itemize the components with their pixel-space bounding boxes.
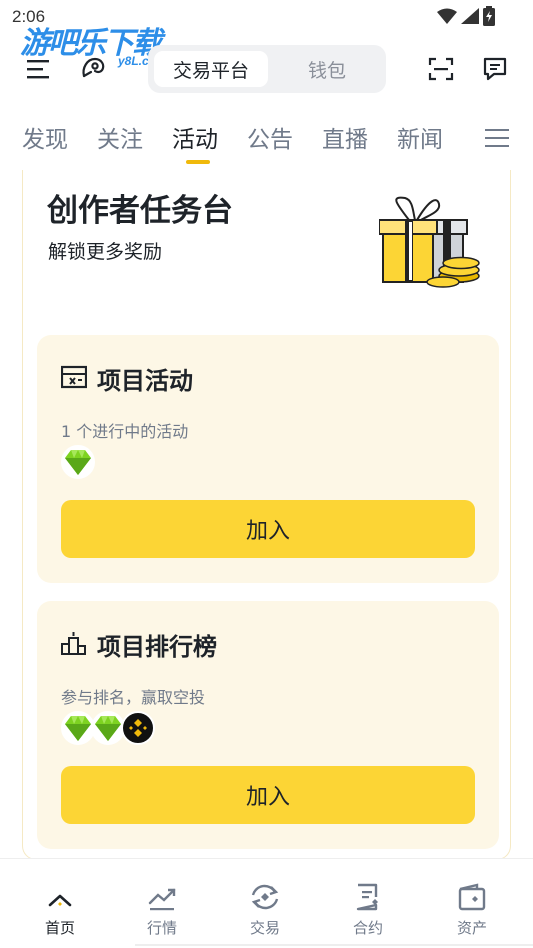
- home-indicator: [135, 944, 533, 946]
- trade-icon: [225, 859, 305, 913]
- battery-icon: [483, 6, 495, 30]
- card-title: 项目排行榜: [97, 633, 217, 661]
- segment-wallet[interactable]: 钱包: [274, 51, 380, 87]
- gem-token-icon: [61, 445, 95, 479]
- markets-icon: [122, 859, 202, 913]
- leaderboard-icon: [61, 631, 87, 659]
- nav-label: 首页: [44, 919, 75, 937]
- menu-icon[interactable]: [24, 56, 54, 82]
- nav-label: 合约: [352, 919, 383, 937]
- project-avatars: [61, 445, 95, 479]
- wifi-icon: [437, 8, 457, 28]
- segment-exchange[interactable]: 交易平台: [154, 51, 268, 87]
- signal-icon: [461, 8, 479, 28]
- tab-following[interactable]: 关注: [97, 120, 143, 154]
- status-icons: [437, 6, 495, 30]
- tab-announcements[interactable]: 公告: [247, 120, 293, 154]
- binance-token-icon: [121, 711, 155, 745]
- bottom-nav: 首页 行情 交易 合约 资产: [0, 858, 533, 948]
- content-tabs: 发现 关注 活动 公告 直播 新闻: [0, 112, 533, 164]
- tab-live[interactable]: 直播: [322, 120, 368, 154]
- scan-icon[interactable]: [426, 55, 456, 83]
- tab-discover[interactable]: 发现: [22, 120, 68, 154]
- active-tab-indicator: [186, 160, 210, 164]
- project-avatars: [61, 711, 155, 745]
- messages-icon[interactable]: [480, 55, 510, 83]
- top-bar: 交易平台 钱包: [0, 44, 533, 94]
- gem-token-icon: [91, 711, 125, 745]
- futures-icon: [328, 859, 408, 913]
- calendar-icon: [60, 365, 88, 393]
- card-description: 参与排名，赢取空投: [61, 688, 206, 707]
- card-description: 1 个进行中的活动: [61, 422, 189, 441]
- support-icon[interactable]: [78, 53, 108, 83]
- nav-assets[interactable]: 资产: [432, 859, 512, 938]
- card-title: 项目活动: [97, 367, 193, 395]
- page-subtitle: 解锁更多奖励: [48, 241, 163, 263]
- tab-news[interactable]: 新闻: [397, 120, 443, 154]
- page-title: 创作者任务台: [47, 193, 233, 229]
- nav-markets[interactable]: 行情: [122, 859, 202, 938]
- project-activity-card: 项目活动 1 个进行中的活动 加入: [37, 335, 499, 583]
- project-ranking-card: 项目排行榜 参与排名，赢取空投 加入: [37, 601, 499, 849]
- home-icon: [20, 859, 100, 913]
- tab-activities[interactable]: 活动: [172, 120, 218, 154]
- more-tabs-icon[interactable]: [484, 126, 510, 150]
- nav-label: 行情: [146, 919, 177, 937]
- nav-label: 资产: [456, 919, 487, 937]
- wallet-icon: [432, 859, 512, 913]
- card-header: 项目活动: [60, 361, 193, 396]
- nav-futures[interactable]: 合约: [328, 859, 408, 938]
- gift-illustration: [378, 192, 483, 296]
- nav-trade[interactable]: 交易: [225, 859, 305, 938]
- join-button[interactable]: 加入: [61, 500, 475, 558]
- creator-task-panel: 创作者任务台 解锁更多奖励 项目活动 1 个进行中的活动 加入 项目排行榜 参与…: [22, 170, 511, 860]
- join-button[interactable]: 加入: [61, 766, 475, 824]
- gem-token-icon: [61, 711, 95, 745]
- nav-label: 交易: [249, 919, 280, 937]
- card-header: 项目排行榜: [61, 627, 217, 662]
- platform-switcher: 交易平台 钱包: [148, 45, 386, 93]
- nav-home[interactable]: 首页: [20, 859, 100, 938]
